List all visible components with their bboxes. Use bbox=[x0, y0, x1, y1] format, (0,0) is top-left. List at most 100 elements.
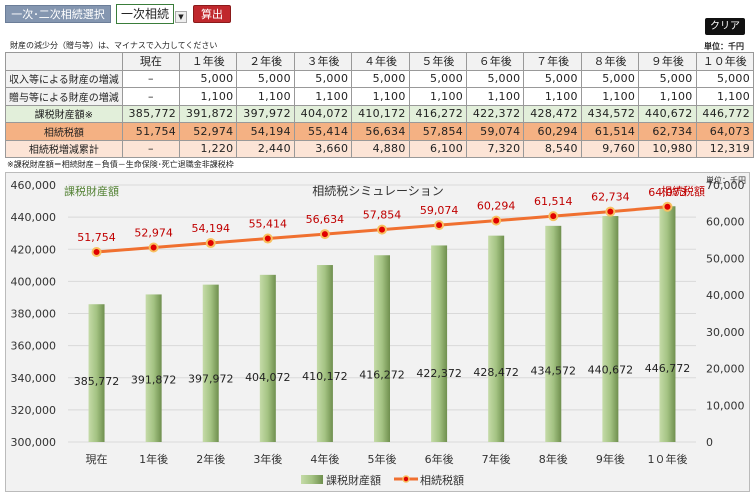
bar-data-label: 410,172 bbox=[302, 370, 348, 383]
bar-data-label: 397,972 bbox=[188, 372, 234, 385]
line-data-label: 55,414 bbox=[249, 218, 288, 231]
table-cell[interactable]: 1,100 bbox=[638, 87, 697, 106]
table-cell: 52,974 bbox=[179, 122, 238, 141]
column-header: ６年後 bbox=[466, 52, 525, 71]
right-axis-tick: 60,000 bbox=[706, 216, 745, 229]
bar-taxable-assets bbox=[659, 206, 676, 442]
column-header: ７年後 bbox=[523, 52, 582, 71]
column-header: ４年後 bbox=[351, 52, 410, 71]
inheritance-type-select[interactable]: 一次相続 bbox=[116, 4, 174, 24]
table-cell[interactable]: 5,000 bbox=[638, 69, 697, 88]
table-cell[interactable]: 1,100 bbox=[293, 87, 353, 106]
left-axis-tick: 320,000 bbox=[11, 404, 57, 417]
column-header: ５年後 bbox=[408, 52, 468, 71]
table-cell: 59,074 bbox=[466, 122, 525, 141]
line-data-label: 59,074 bbox=[420, 204, 459, 217]
bar-data-label: 440,672 bbox=[588, 363, 634, 376]
table-cell[interactable]: 1,100 bbox=[523, 87, 582, 106]
table-cell: 410,172 bbox=[351, 104, 410, 123]
table-cell: 3,660 bbox=[293, 139, 353, 158]
bar-data-label: 391,872 bbox=[131, 374, 177, 387]
table-cell: 4,880 bbox=[351, 139, 410, 158]
x-axis-label: 3年後 bbox=[253, 452, 282, 466]
left-axis-tick: 420,000 bbox=[11, 243, 57, 256]
table-cell: 51,754 bbox=[121, 122, 181, 141]
right-axis-tick: 20,000 bbox=[706, 363, 745, 376]
line-point bbox=[434, 220, 445, 231]
table-cell[interactable]: 5,000 bbox=[466, 69, 525, 88]
table-cell[interactable]: 5,000 bbox=[523, 69, 582, 88]
legend-label-tax: 相続税額 bbox=[420, 473, 464, 487]
simulation-table: 現在 １年後 ２年後 ３年後 ４年後 ５年後 ６年後 ７年後 ８年後 ９年後 １０年後 収入等による… bbox=[5, 52, 754, 158]
table-cell: 440,672 bbox=[638, 104, 697, 123]
table-cell[interactable]: 5,000 bbox=[695, 69, 754, 88]
table-cell: 446,772 bbox=[695, 104, 754, 123]
right-axis-tick: 70,000 bbox=[706, 179, 745, 192]
right-axis-tick: 30,000 bbox=[706, 326, 745, 339]
table-cell[interactable]: 1,100 bbox=[408, 87, 468, 106]
bar-taxable-assets bbox=[374, 255, 390, 442]
table-cell[interactable]: 1,100 bbox=[236, 87, 295, 106]
input-note: 財産の減少分（贈与等）は、マイナスで入力してください bbox=[10, 41, 218, 50]
left-axis-tick: 300,000 bbox=[11, 436, 57, 449]
bar-taxable-assets bbox=[88, 304, 105, 442]
table-cell: 56,634 bbox=[351, 122, 410, 141]
x-axis-label: 現在 bbox=[86, 453, 108, 466]
bar-data-label: 422,372 bbox=[416, 367, 462, 380]
line-point bbox=[605, 206, 616, 217]
table-cell: 57,854 bbox=[408, 122, 468, 141]
bar-taxable-assets bbox=[259, 274, 276, 442]
line-point bbox=[662, 201, 673, 212]
table-cell[interactable]: 1,100 bbox=[179, 87, 238, 106]
x-axis-label: 1年後 bbox=[139, 452, 168, 466]
line-point bbox=[377, 224, 387, 235]
table-cell: 404,072 bbox=[293, 104, 353, 123]
table-cell[interactable]: 1,100 bbox=[580, 87, 640, 106]
table-cell: 61,514 bbox=[580, 122, 640, 141]
table-row: 課税財産額※ 385,772 391,872 397,972 404,072 410,17… bbox=[5, 104, 754, 123]
table-cell[interactable]: 5,000 bbox=[179, 69, 238, 88]
right-axis-tick: 40,000 bbox=[706, 289, 745, 302]
table-cell[interactable]: 5,000 bbox=[236, 69, 295, 88]
column-header bbox=[5, 52, 123, 71]
table-cell: 385,772 bbox=[121, 104, 181, 123]
table-cell: 8,540 bbox=[523, 139, 582, 158]
bar-data-label: 428,472 bbox=[473, 366, 519, 379]
line-data-label: 56,634 bbox=[306, 213, 345, 226]
bar-data-label: 416,272 bbox=[359, 369, 405, 382]
table-cell[interactable]: 1,100 bbox=[466, 87, 525, 106]
bar-data-label: 434,572 bbox=[531, 365, 577, 378]
table-cell: 397,972 bbox=[236, 104, 295, 123]
column-header: ３年後 bbox=[293, 52, 353, 71]
calculate-button[interactable]: 算出 bbox=[193, 5, 231, 23]
table-cell: 422,372 bbox=[466, 104, 525, 123]
table-cell[interactable]: 5,000 bbox=[351, 69, 410, 88]
table-row: 相続税増減累計 –1,220 2,440 3,660 4,880 6,100 7,320 8,… bbox=[5, 139, 754, 158]
table-cell[interactable]: 5,000 bbox=[293, 69, 353, 88]
x-axis-label: 5年後 bbox=[368, 452, 397, 466]
dropdown-arrow-icon[interactable]: ▼ bbox=[175, 11, 187, 23]
table-cell: 391,872 bbox=[179, 104, 238, 123]
table-cell[interactable]: 1,100 bbox=[351, 87, 410, 106]
clear-button[interactable]: クリア bbox=[705, 18, 745, 35]
table-cell: 434,572 bbox=[580, 104, 640, 123]
footnote: ※課税財産額＝相続財産－負債－生命保険･死亡退職金非課税枠 bbox=[7, 160, 234, 169]
x-axis-label: 1０年後 bbox=[647, 452, 687, 466]
table-cell[interactable]: 5,000 bbox=[580, 69, 640, 88]
bar-taxable-assets bbox=[545, 225, 562, 442]
x-axis-label: 8年後 bbox=[539, 452, 568, 466]
x-axis-label: 4年後 bbox=[310, 452, 339, 466]
x-axis-label: 2年後 bbox=[196, 452, 225, 466]
bar-taxable-assets bbox=[488, 235, 505, 442]
table-cell: 7,320 bbox=[466, 139, 525, 158]
column-header: ２年後 bbox=[236, 52, 295, 71]
line-point bbox=[91, 246, 102, 257]
row-label: 相続税増減累計 bbox=[5, 139, 123, 158]
x-axis-label: 9年後 bbox=[596, 452, 625, 466]
table-cell[interactable]: 1,100 bbox=[695, 87, 754, 106]
column-header: １年後 bbox=[179, 52, 238, 71]
bar-taxable-assets bbox=[431, 245, 448, 442]
left-axis-tick: 440,000 bbox=[11, 211, 57, 224]
right-axis-tick: 0 bbox=[706, 436, 713, 449]
table-cell[interactable]: 5,000 bbox=[408, 69, 468, 88]
